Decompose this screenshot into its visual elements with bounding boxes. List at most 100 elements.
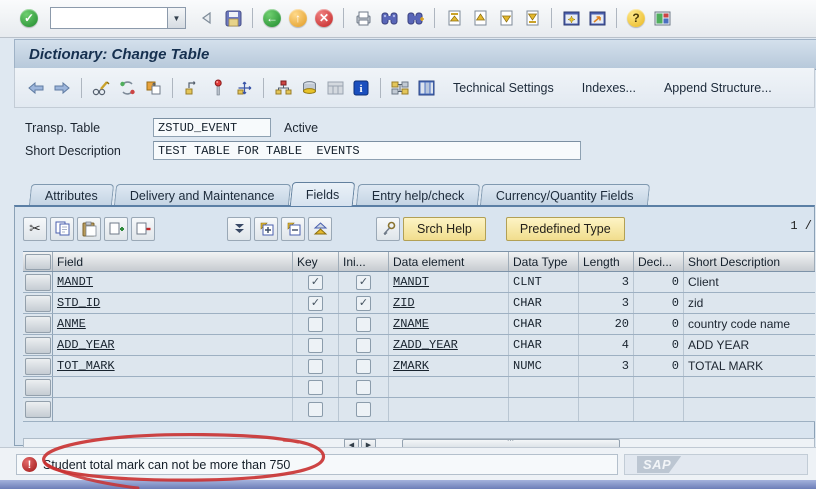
- cell-key[interactable]: [293, 272, 339, 292]
- choose-down-icon[interactable]: [227, 216, 251, 241]
- last-page-icon[interactable]: [521, 7, 543, 29]
- row-select-button[interactable]: [23, 293, 53, 313]
- cancel-icon[interactable]: ✕: [313, 7, 335, 29]
- cell-field[interactable]: TOT_MARK: [53, 356, 293, 376]
- display-change-icon[interactable]: [90, 77, 112, 99]
- ini-checkbox[interactable]: [356, 358, 371, 374]
- srch-help-button[interactable]: Srch Help: [403, 216, 486, 241]
- command-input[interactable]: [50, 7, 167, 29]
- help-icon[interactable]: ?: [625, 7, 647, 29]
- cell-data-element[interactable]: ZNAME: [389, 314, 509, 334]
- hierarchy-icon[interactable]: [272, 77, 294, 99]
- table-display-icon[interactable]: [324, 77, 346, 99]
- copy-icon[interactable]: [50, 216, 74, 241]
- forward-arrow-icon[interactable]: [51, 77, 73, 99]
- parent-object-icon[interactable]: [181, 77, 203, 99]
- cell-field[interactable]: [53, 398, 293, 421]
- key-checkbox[interactable]: [308, 402, 323, 417]
- column-header-key[interactable]: Key: [293, 252, 339, 271]
- delete-row-icon[interactable]: [131, 216, 155, 241]
- activate-pin-icon[interactable]: [207, 77, 229, 99]
- ini-checkbox[interactable]: [356, 379, 371, 395]
- new-session-icon[interactable]: [560, 7, 582, 29]
- predefined-type-button[interactable]: Predefined Type: [505, 216, 625, 241]
- cell-key[interactable]: [293, 398, 339, 421]
- structure-icon[interactable]: [389, 77, 411, 99]
- column-header-data-type[interactable]: Data Type: [509, 252, 579, 271]
- srch-help-key-icon[interactable]: [376, 216, 400, 241]
- column-header-ini[interactable]: Ini...: [339, 252, 389, 271]
- cell-ini[interactable]: [339, 314, 389, 334]
- cell-key[interactable]: [293, 293, 339, 313]
- first-page-icon[interactable]: [443, 7, 465, 29]
- find-icon[interactable]: [378, 7, 400, 29]
- print-icon[interactable]: [352, 7, 374, 29]
- tab-entry-help-check[interactable]: Entry help/check: [355, 184, 481, 206]
- cell-data-element[interactable]: ZADD_YEAR: [389, 335, 509, 355]
- command-field[interactable]: ▼: [50, 7, 186, 29]
- refresh-icon[interactable]: [116, 77, 138, 99]
- cell-data-element[interactable]: MANDT: [389, 272, 509, 292]
- cell-key[interactable]: [293, 314, 339, 334]
- ini-checkbox[interactable]: [356, 295, 371, 311]
- row-select-button[interactable]: [23, 356, 53, 376]
- ini-checkbox[interactable]: [356, 337, 371, 353]
- ini-checkbox[interactable]: [356, 316, 371, 332]
- cell-field[interactable]: ADD_YEAR: [53, 335, 293, 355]
- column-header-short-description[interactable]: Short Description: [684, 252, 815, 271]
- next-page-icon[interactable]: [495, 7, 517, 29]
- select-all-button[interactable]: [23, 252, 53, 271]
- information-icon[interactable]: i: [350, 77, 372, 99]
- status-message-field[interactable]: ! Student total mark can not be more tha…: [16, 454, 618, 475]
- copy-object-icon[interactable]: [142, 77, 164, 99]
- save-icon[interactable]: [222, 7, 244, 29]
- customize-layout-icon[interactable]: [651, 7, 673, 29]
- cell-ini[interactable]: [339, 293, 389, 313]
- previous-page-icon[interactable]: [469, 7, 491, 29]
- cell-data-element[interactable]: ZID: [389, 293, 509, 313]
- transp-table-field[interactable]: ZSTUD_EVENT: [153, 118, 271, 137]
- back-icon[interactable]: ←: [261, 7, 283, 29]
- row-select-button[interactable]: [23, 314, 53, 334]
- tab-attributes[interactable]: Attributes: [28, 184, 114, 206]
- technical-settings-button[interactable]: Technical Settings: [445, 78, 562, 98]
- column-header-length[interactable]: Length: [579, 252, 634, 271]
- indexes-button[interactable]: Indexes...: [574, 78, 644, 98]
- ini-checkbox[interactable]: [356, 402, 371, 417]
- back-arrow-icon[interactable]: [25, 77, 47, 99]
- collapse-icon[interactable]: [281, 216, 305, 241]
- ini-checkbox[interactable]: [356, 274, 371, 290]
- cell-ini[interactable]: [339, 398, 389, 421]
- row-select-button[interactable]: [23, 272, 53, 292]
- command-dropdown-icon[interactable]: ▼: [167, 7, 186, 29]
- tab-fields[interactable]: Fields: [290, 182, 356, 206]
- where-used-icon[interactable]: [233, 77, 255, 99]
- key-checkbox[interactable]: [308, 379, 323, 395]
- exit-icon[interactable]: ↑: [287, 7, 309, 29]
- cell-ini[interactable]: [339, 272, 389, 292]
- insert-row-icon[interactable]: [104, 216, 128, 241]
- cell-data-element[interactable]: [389, 377, 509, 397]
- key-checkbox[interactable]: [308, 337, 323, 353]
- cell-field[interactable]: ANME: [53, 314, 293, 334]
- key-checkbox[interactable]: [308, 316, 323, 332]
- cell-ini[interactable]: [339, 356, 389, 376]
- create-shortcut-icon[interactable]: [586, 7, 608, 29]
- cut-icon[interactable]: ✂: [23, 216, 47, 241]
- tab-currency-quantity-fields[interactable]: Currency/Quantity Fields: [479, 184, 650, 206]
- cell-key[interactable]: [293, 377, 339, 397]
- column-header-decimals[interactable]: Deci...: [634, 252, 684, 271]
- sort-up-icon[interactable]: [308, 216, 332, 241]
- key-checkbox[interactable]: [308, 274, 323, 290]
- cell-ini[interactable]: [339, 335, 389, 355]
- cell-field[interactable]: STD_ID: [53, 293, 293, 313]
- runtime-object-icon[interactable]: [415, 77, 437, 99]
- expand-icon[interactable]: [254, 216, 278, 241]
- tab-delivery-and-maintenance[interactable]: Delivery and Maintenance: [113, 184, 291, 206]
- append-structure-button[interactable]: Append Structure...: [656, 78, 780, 98]
- cell-key[interactable]: [293, 356, 339, 376]
- find-next-icon[interactable]: [404, 7, 426, 29]
- cell-key[interactable]: [293, 335, 339, 355]
- row-select-button[interactable]: [23, 335, 53, 355]
- cell-field[interactable]: [53, 377, 293, 397]
